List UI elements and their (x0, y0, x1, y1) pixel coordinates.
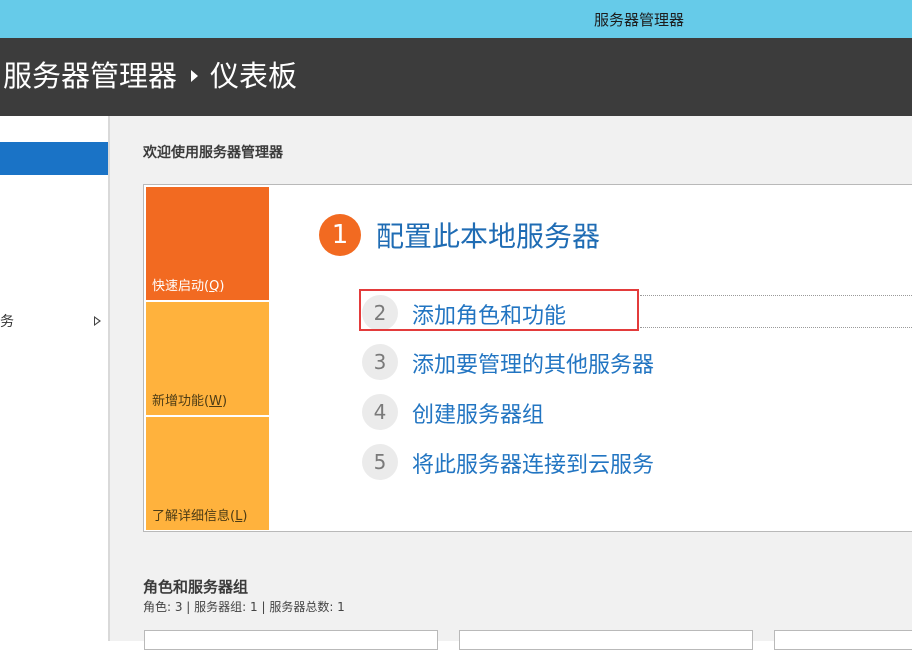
breadcrumb-app: 服务器管理器 (3, 59, 178, 93)
header: 服务器管理器 仪表板 (0, 38, 912, 116)
tile-learn-more-label: 了解详细信息(L) (152, 509, 248, 524)
step-number-badge: 4 (362, 394, 398, 430)
step-link[interactable]: 将此服务器连接到云服务 (412, 447, 654, 479)
step-link[interactable]: 创建服务器组 (412, 397, 544, 429)
roles-summary: 角色: 3 | 服务器组: 1 | 服务器总数: 1 (143, 600, 345, 614)
breadcrumb-separator-icon (191, 70, 199, 82)
tile-whats-new-label: 新增功能(W) (152, 394, 228, 409)
sidebar-item-label: 务 (0, 314, 14, 330)
tile-whats-new[interactable]: 新增功能(W) (146, 302, 269, 415)
highlight-box (359, 289, 639, 331)
sidebar-item-services[interactable]: 务 (0, 311, 108, 333)
breadcrumb-page: 仪表板 (210, 59, 298, 93)
sidebar-item-dashboard[interactable] (0, 142, 108, 175)
step-link[interactable]: 配置此本地服务器 (376, 215, 600, 255)
step-number-badge: 3 (362, 344, 398, 380)
window-title-bar: 服务器管理器 (0, 0, 912, 38)
divider (640, 327, 912, 328)
role-tile[interactable] (144, 630, 438, 650)
role-tile[interactable] (459, 630, 753, 650)
divider (640, 295, 912, 296)
breadcrumb: 服务器管理器 仪表板 (3, 58, 297, 94)
window-title: 服务器管理器 (594, 11, 685, 29)
welcome-heading: 欢迎使用服务器管理器 (143, 145, 283, 161)
role-tile[interactable] (774, 630, 912, 650)
tile-quick-start-label: 快速启动(Q) (152, 279, 225, 294)
roles-section-title: 角色和服务器组 (143, 578, 249, 596)
tile-learn-more[interactable]: 了解详细信息(L) (146, 417, 269, 530)
step-link[interactable]: 添加要管理的其他服务器 (412, 347, 654, 379)
sidebar: 务 (0, 116, 110, 641)
chevron-right-icon[interactable] (94, 316, 101, 326)
step-number-badge: 5 (362, 444, 398, 480)
step-number-badge: 1 (319, 214, 361, 256)
tile-quick-start[interactable]: 快速启动(Q) (146, 187, 269, 300)
